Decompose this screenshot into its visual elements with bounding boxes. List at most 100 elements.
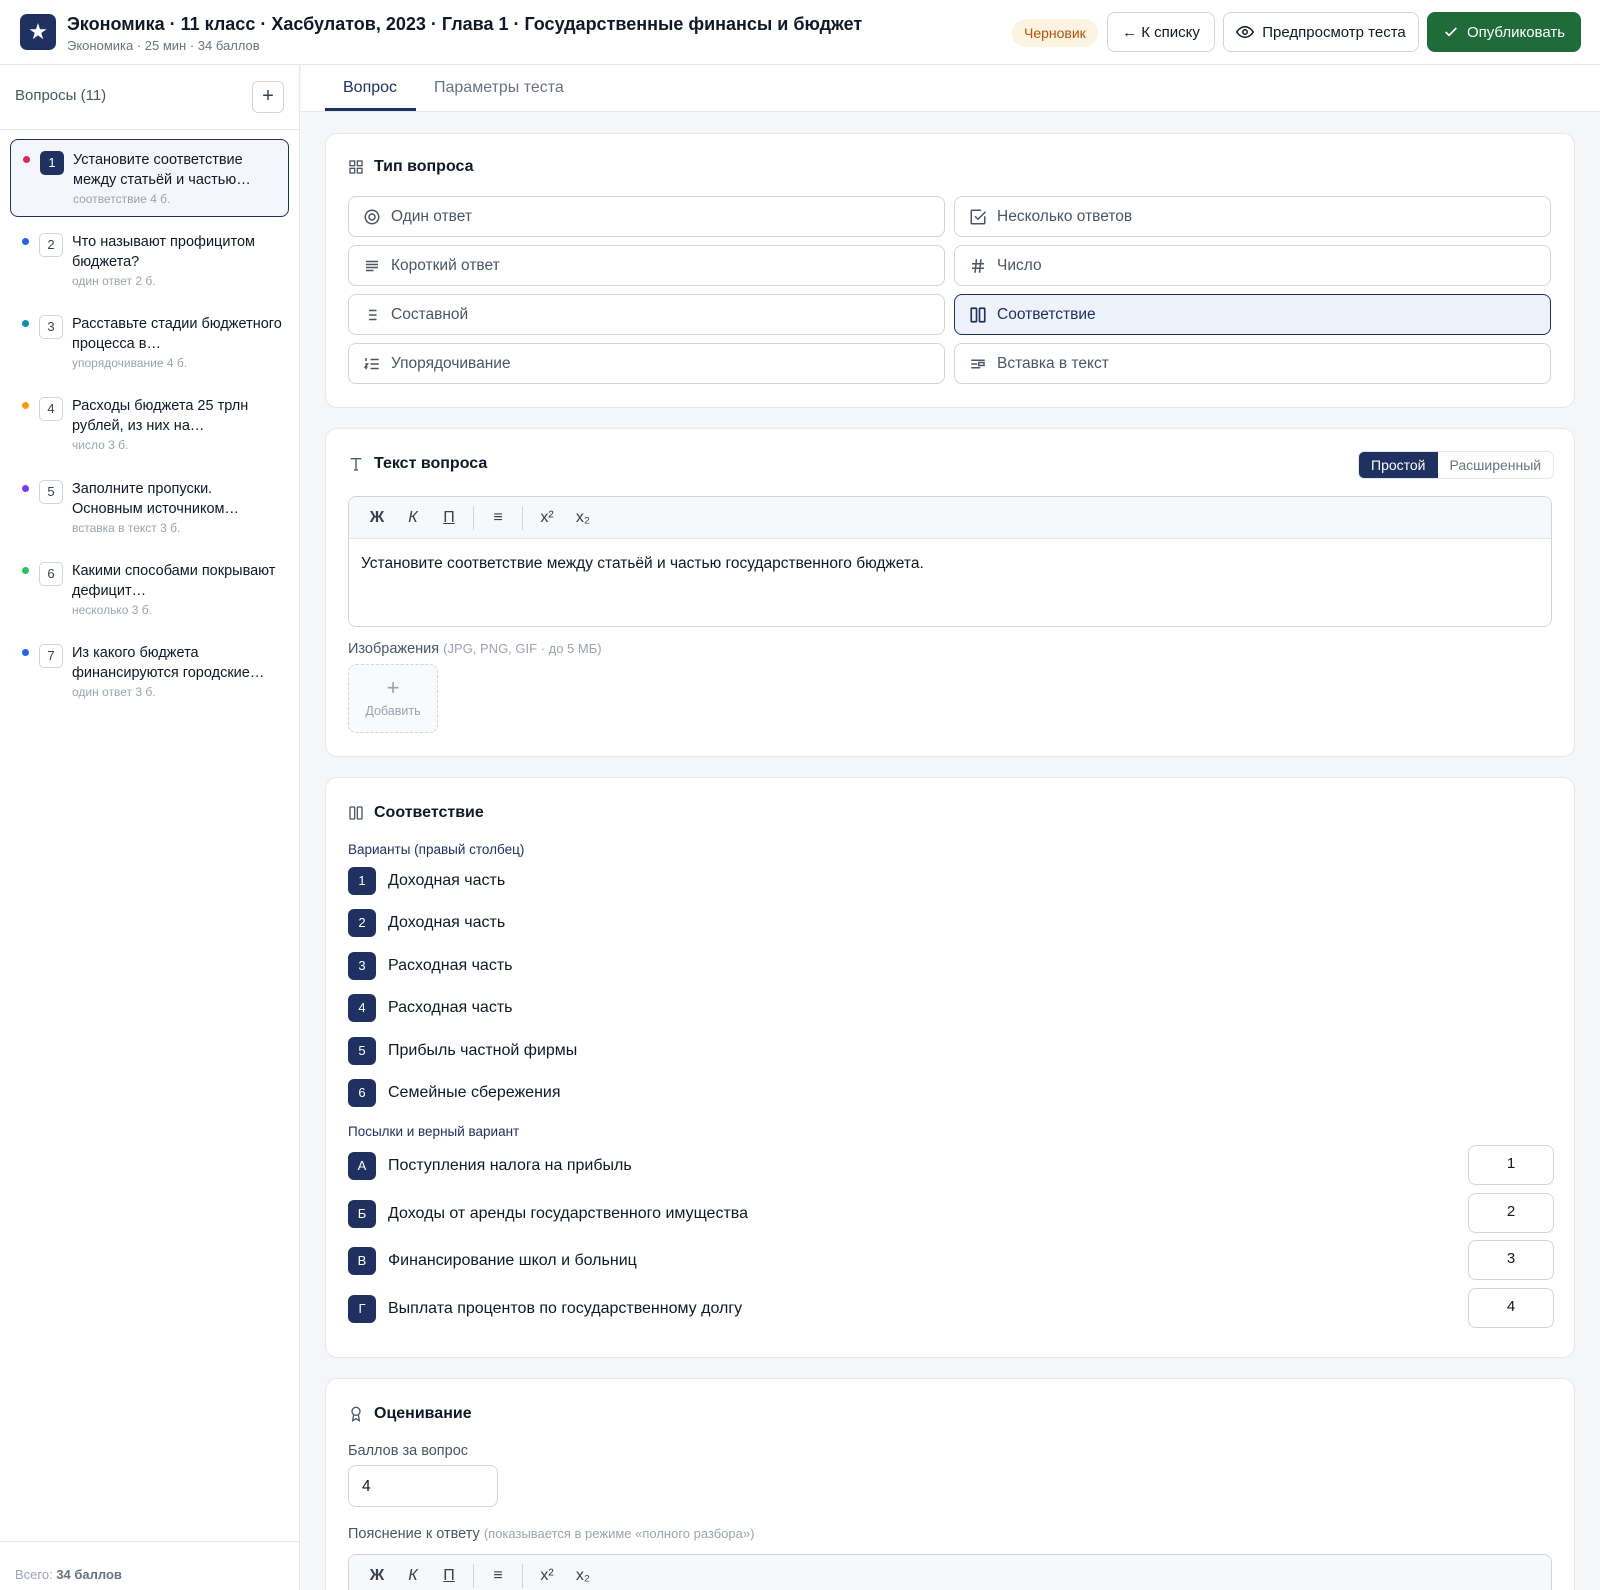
star-logo-icon: ★ [20, 14, 56, 50]
total-label: Всего: [15, 1567, 57, 1582]
question-preview-text: Установите соответствие между статьёй и … [73, 152, 251, 188]
option-text[interactable]: Прибыль частной фирмы [388, 1042, 577, 1060]
question-text-card: Текст вопроса Простой Расширенный Ж К П … [325, 428, 1575, 757]
question-text-title: Текст вопроса [374, 455, 488, 472]
points-input[interactable]: 4 [348, 1465, 498, 1507]
questions-heading: Вопросы (11) [15, 87, 107, 104]
question-text-editor: Ж К П ≡ x² x₂ Установите соответствие ме… [348, 496, 1552, 627]
type-label: Упорядочивание [391, 354, 511, 372]
bold-button[interactable]: Ж [361, 509, 393, 527]
superscript-button[interactable]: x² [531, 509, 563, 527]
active-tab-indicator [325, 108, 416, 111]
list-icon [369, 309, 377, 320]
options-label: Варианты (правый столбец) [348, 842, 525, 857]
back-to-list-button[interactable]: ← К списку [1107, 12, 1215, 52]
underline-button[interactable]: П [433, 509, 465, 527]
option-text[interactable]: Доходная часть [388, 914, 505, 932]
premise-item: В Финансирование школ и больниц [348, 1247, 637, 1275]
columns-icon [349, 806, 363, 820]
add-question-button[interactable]: + [252, 81, 284, 113]
premise-item: А Поступления налога на прибыль [348, 1152, 632, 1180]
question-preview-text: Что называют профицитом бюджета? [72, 234, 255, 270]
question-list-item[interactable]: 3 Расставьте стадии бюджетного процесса в… [10, 304, 289, 382]
question-list-item[interactable]: 4 Расходы бюджета 25 трлн рублей, из них … [10, 386, 289, 464]
type-ordering[interactable]: Упорядочивание [348, 343, 945, 384]
question-type-heading: Тип вопроса [348, 158, 474, 176]
premise-letter: Б [348, 1200, 376, 1228]
publish-button[interactable]: Опубликовать [1427, 12, 1581, 52]
checkbox-icon [970, 209, 987, 224]
premise-text[interactable]: Финансирование школ и больниц [388, 1252, 637, 1270]
question-number: 4 [39, 397, 63, 421]
question-list-item[interactable]: 2 Что называют профицитом бюджета? один от… [10, 222, 289, 300]
divider [0, 1541, 299, 1542]
images-title: Изображения [348, 641, 440, 657]
type-insert-text[interactable]: Вставка в текст [954, 343, 1551, 384]
tab-question[interactable]: Вопрос [343, 79, 397, 97]
bold-button[interactable]: Ж [361, 1567, 393, 1585]
page-subtitle: Экономика · 25 мин · 34 баллов [67, 38, 260, 53]
question-type-title: Тип вопроса [374, 158, 474, 175]
question-meta: один ответ 3 б. [72, 685, 156, 699]
option-text[interactable]: Семейные сбережения [388, 1084, 561, 1102]
text-type-icon [350, 458, 362, 471]
type-label: Соответствие [997, 305, 1096, 323]
premise-text[interactable]: Доходы от аренды государственного имущес… [388, 1205, 748, 1223]
divider [522, 1563, 523, 1588]
premise-letter: Г [348, 1295, 376, 1323]
premise-answer-input[interactable]: 3 [1468, 1240, 1554, 1280]
points-label: Баллов за вопрос [348, 1443, 469, 1459]
add-image-button[interactable]: + Добавить [348, 664, 438, 733]
grading-heading: Оценивание [348, 1405, 472, 1423]
type-multiple-answers[interactable]: Несколько ответов [954, 196, 1551, 237]
insert-text-icon [971, 359, 985, 368]
question-preview-text: Из какого бюджета финансируются городски… [72, 645, 265, 681]
questions-sidebar: Вопросы (11) + 1 Установите соответствие … [0, 65, 300, 1590]
question-number: 5 [39, 480, 63, 504]
question-list-item[interactable]: 7 Из какого бюджета финансируются городск… [10, 633, 289, 711]
matching-card: Соответствие Варианты (правый столбец) 1… [325, 777, 1575, 1358]
option-text[interactable]: Расходная часть [388, 999, 512, 1017]
question-list-item[interactable]: 1 Установите соответствие между статьёй и… [10, 139, 289, 217]
question-meta: вставка в текст 3 б. [72, 521, 181, 535]
grid-icon [349, 160, 363, 174]
option-text[interactable]: Расходная часть [388, 957, 512, 975]
type-color-dot [22, 649, 29, 656]
preview-button[interactable]: Предпросмотр теста [1223, 12, 1419, 52]
premise-answer-input[interactable]: 2 [1468, 1193, 1554, 1233]
premise-letter: А [348, 1152, 376, 1180]
align-button[interactable]: ≡ [482, 509, 514, 527]
superscript-button[interactable]: x² [531, 1567, 563, 1585]
back-label: ← К списку [1122, 23, 1200, 41]
subscript-button[interactable]: x₂ [567, 1567, 599, 1585]
radio-icon [364, 209, 380, 224]
premise-text[interactable]: Выплата процентов по государственному до… [388, 1300, 742, 1318]
type-label: Один ответ [391, 207, 472, 225]
question-text-input[interactable]: Установите соответствие между статьёй и … [349, 539, 1551, 589]
tab-test-settings[interactable]: Параметры теста [434, 79, 564, 97]
add-image-label: Добавить [365, 704, 421, 718]
align-button[interactable]: ≡ [482, 1567, 514, 1585]
type-number[interactable]: Число [954, 245, 1551, 286]
subscript-button[interactable]: x₂ [567, 509, 599, 527]
premises-label: Посылки и верный вариант [348, 1124, 520, 1139]
premise-text[interactable]: Поступления налога на прибыль [388, 1157, 632, 1175]
type-short-answer[interactable]: Короткий ответ [348, 245, 945, 286]
italic-button[interactable]: К [397, 1567, 429, 1585]
premise-answer-input[interactable]: 4 [1468, 1288, 1554, 1328]
ordered-list-icon [363, 357, 379, 369]
mode-simple-button[interactable]: Простой [1359, 452, 1438, 478]
premise-answer-input[interactable]: 1 [1468, 1145, 1554, 1185]
editor-mode-switch: Простой Расширенный [1358, 451, 1555, 479]
mode-advanced-button[interactable]: Расширенный [1438, 452, 1554, 478]
type-composite[interactable]: Составной [348, 294, 945, 335]
question-list-item[interactable]: 6 Какими способами покрывают дефицит… неск… [10, 551, 289, 629]
italic-button[interactable]: К [397, 509, 429, 527]
question-list-item[interactable]: 5 Заполните пропуски. Основным источником… [10, 469, 289, 547]
underline-button[interactable]: П [433, 1567, 465, 1585]
type-single-answer[interactable]: Один ответ [348, 196, 945, 237]
question-number: 3 [39, 315, 63, 339]
option-text[interactable]: Доходная часть [388, 872, 505, 890]
type-matching-selected[interactable]: Соответствие [954, 294, 1551, 335]
question-number: 6 [39, 562, 63, 586]
